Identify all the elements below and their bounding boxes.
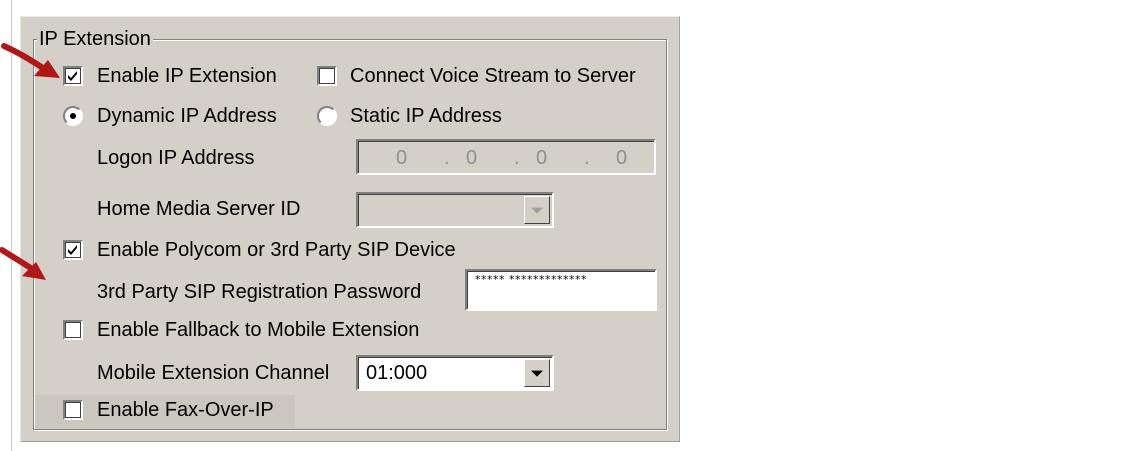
ip-separator: .	[444, 147, 450, 169]
sip-password-input[interactable]: ***** *************	[465, 269, 657, 311]
enable-ip-extension-checkbox[interactable]	[63, 66, 83, 86]
mobile-channel-label: Mobile Extension Channel	[97, 362, 330, 384]
logon-ip-label: Logon IP Address	[97, 147, 255, 169]
checkmark-icon	[68, 245, 77, 255]
enable-polycom-label[interactable]: Enable Polycom or 3rd Party SIP Device	[97, 238, 456, 262]
enable-fallback-checkbox[interactable]	[63, 320, 83, 340]
static-ip-label[interactable]: Static IP Address	[350, 104, 502, 128]
home-media-server-dropdown-button[interactable]	[524, 196, 550, 224]
home-media-server-combo[interactable]	[356, 192, 554, 228]
ip-separator: .	[514, 147, 520, 169]
enable-fax-label[interactable]: Enable Fax-Over-IP	[97, 398, 274, 422]
annotation-arrow-icon	[1, 43, 60, 78]
chevron-down-icon	[531, 207, 543, 214]
chevron-down-icon	[531, 370, 543, 377]
annotation-arrow-icon	[0, 247, 46, 280]
sip-password-value: ***** *************	[475, 273, 587, 286]
enable-fax-checkbox[interactable]	[63, 400, 83, 420]
dynamic-ip-radio[interactable]	[63, 106, 83, 126]
checkmark-icon	[68, 71, 77, 81]
ip-octet-2: 0	[466, 147, 478, 169]
mobile-channel-value: 01:000	[366, 362, 428, 384]
ip-octet-3: 0	[536, 147, 548, 169]
sip-password-label: 3rd Party SIP Registration Password	[97, 281, 422, 303]
connect-voice-stream-checkbox[interactable]	[317, 66, 337, 86]
static-ip-radio[interactable]	[317, 106, 337, 126]
connect-voice-stream-label[interactable]: Connect Voice Stream to Server	[350, 64, 636, 88]
radio-selected-dot	[70, 113, 76, 119]
ip-octet-1: 0	[396, 147, 408, 169]
ip-separator: .	[584, 147, 590, 169]
ip-octet-4: 0	[616, 147, 628, 169]
enable-polycom-checkbox[interactable]	[63, 240, 83, 260]
dynamic-ip-label[interactable]: Dynamic IP Address	[97, 104, 277, 128]
mobile-channel-dropdown-button[interactable]	[524, 359, 550, 387]
enable-fallback-label[interactable]: Enable Fallback to Mobile Extension	[97, 318, 419, 342]
home-media-server-label: Home Media Server ID	[97, 198, 301, 220]
enable-ip-extension-label[interactable]: Enable IP Extension	[97, 64, 277, 88]
mobile-channel-combo[interactable]: 01:000	[356, 355, 554, 391]
logon-ip-field[interactable]: 0 . 0 . 0 . 0	[356, 139, 656, 175]
